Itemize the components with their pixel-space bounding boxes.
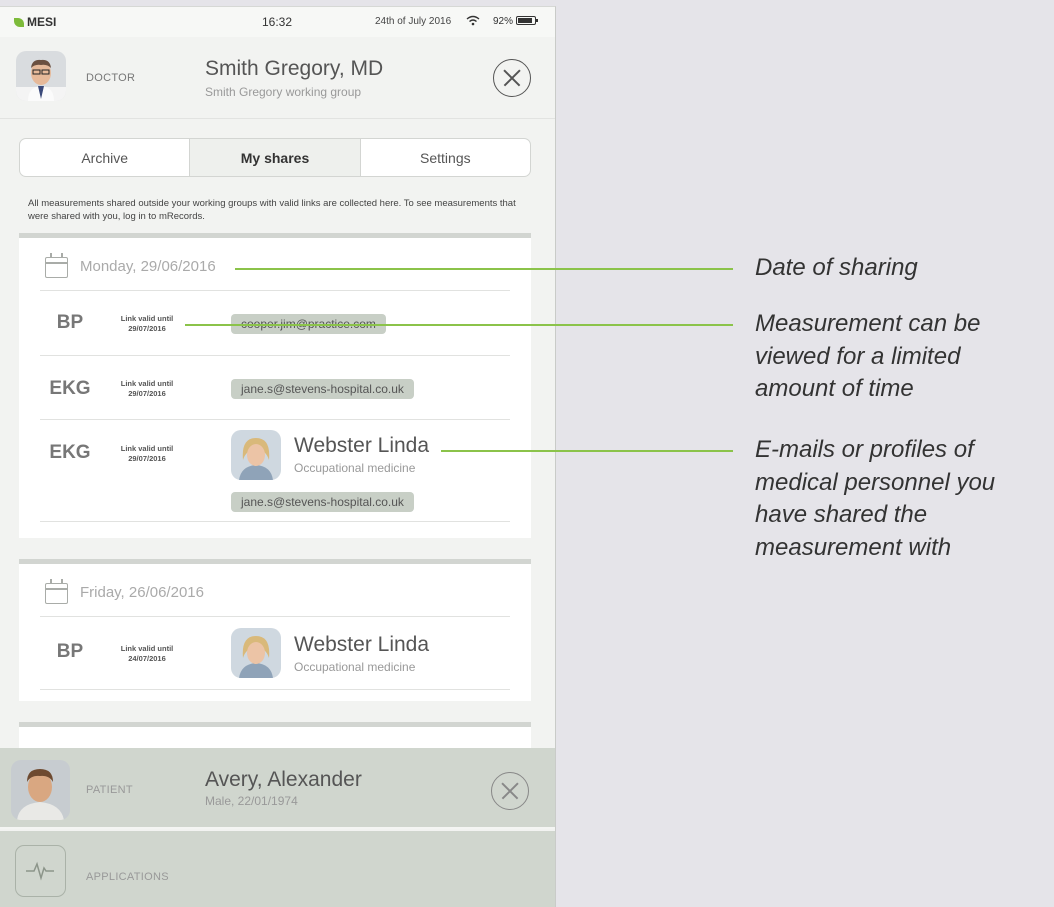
share-date-header: Monday, 29/06/2016 (40, 238, 510, 291)
shared-email[interactable]: jane.s@stevens-hospital.co.uk (231, 492, 414, 512)
battery-percent: 92% (493, 16, 514, 27)
patient-name: Avery, Alexander (205, 768, 362, 791)
callout-line-date (235, 268, 733, 270)
patient-close-icon[interactable] (491, 772, 529, 810)
validity-label: Link valid until (120, 314, 174, 323)
share-date-header: Friday, 26/06/2016 (40, 564, 510, 617)
tab-bar: Archive My shares Settings (19, 138, 531, 177)
tab-my-shares[interactable]: My shares (190, 139, 361, 176)
doctor-header[interactable]: DOCTOR Smith Gregory, MD Smith Gregory w… (0, 37, 555, 119)
status-bar: MESI 16:32 24th of July 2016 92% (0, 7, 555, 37)
doctor-role: DOCTOR (86, 72, 136, 84)
status-date: 24th of July 2016 (375, 16, 452, 27)
shared-email[interactable]: jane.s@stevens-hospital.co.uk (231, 379, 414, 399)
carrier-name: MESI (27, 15, 57, 29)
tab-settings[interactable]: Settings (361, 139, 530, 176)
tab-archive[interactable]: Archive (20, 139, 191, 176)
patient-bar[interactable]: PATIENT Avery, Alexander Male, 22/01/197… (0, 748, 555, 829)
mesi-leaf-icon (14, 17, 24, 27)
wifi-icon (466, 15, 480, 29)
calendar-icon (45, 579, 68, 604)
validity-label: Link valid until (120, 379, 174, 388)
person-name[interactable]: Webster Linda (294, 633, 429, 657)
link-validity: Link valid until 29/07/2016 (112, 379, 182, 399)
applications-bar[interactable]: APPLICATIONS (0, 831, 555, 907)
measurement-type: EKG (49, 378, 91, 399)
person-avatar (231, 628, 281, 678)
person-department: Occupational medicine (294, 660, 416, 674)
validity-label: Link valid until (120, 444, 174, 453)
battery-icon (516, 16, 538, 25)
link-validity: Link valid until 29/07/2016 (112, 444, 182, 464)
validity-date: 29/07/2016 (128, 454, 166, 463)
validity-label: Link valid until (120, 644, 174, 653)
person-department: Occupational medicine (294, 461, 416, 475)
validity-date: 29/07/2016 (128, 389, 166, 398)
callout-date-of-sharing: Date of sharing (755, 254, 918, 281)
measurement-type: BP (56, 312, 84, 333)
share-row[interactable]: EKG Link valid until 29/07/2016 Webster L… (40, 420, 510, 522)
doctor-avatar (16, 51, 66, 101)
callout-limited-time: Measurement can be viewed for a limited … (755, 310, 981, 402)
share-card: Friday, 26/06/2016 BP Link valid until 24… (19, 559, 531, 701)
callout-recipients: E-mails or profiles of medical personnel… (755, 436, 996, 561)
patient-avatar (11, 760, 70, 820)
share-row[interactable]: BP Link valid until 24/07/2016 Webster Li… (40, 617, 510, 690)
carrier: MESI (14, 15, 56, 29)
validity-date: 24/07/2016 (128, 654, 166, 663)
link-validity: Link valid until 24/07/2016 (112, 644, 182, 664)
validity-date: 29/07/2016 (128, 324, 166, 333)
callout-line-recipients (441, 450, 733, 452)
doctor-name: Smith Gregory, MD (205, 57, 384, 80)
status-time: 16:32 (262, 15, 293, 29)
callout-line-validity (185, 324, 733, 326)
person-avatar (231, 430, 281, 480)
share-date: Monday, 29/06/2016 (80, 258, 216, 275)
pulse-icon (15, 845, 66, 897)
doctor-group: Smith Gregory working group (205, 85, 362, 99)
patient-role: PATIENT (86, 784, 133, 796)
patient-info: Male, 22/01/1974 (205, 794, 298, 808)
shares-info-text: All measurements shared outside your wor… (28, 198, 516, 222)
measurement-type: EKG (49, 442, 91, 463)
tablet-screen: MESI 16:32 24th of July 2016 92% DOCTOR … (0, 6, 556, 907)
share-date: Friday, 26/06/2016 (80, 584, 204, 601)
share-row[interactable]: EKG Link valid until 29/07/2016 jane.s@st… (40, 356, 510, 420)
link-validity: Link valid until 29/07/2016 (112, 314, 182, 334)
share-card: Monday, 29/06/2016 BP Link valid until 29… (19, 233, 531, 538)
measurement-type: BP (56, 641, 84, 662)
calendar-icon (45, 253, 68, 278)
doctor-close-icon[interactable] (493, 59, 531, 97)
applications-label: APPLICATIONS (86, 871, 169, 883)
person-name[interactable]: Webster Linda (294, 434, 429, 458)
